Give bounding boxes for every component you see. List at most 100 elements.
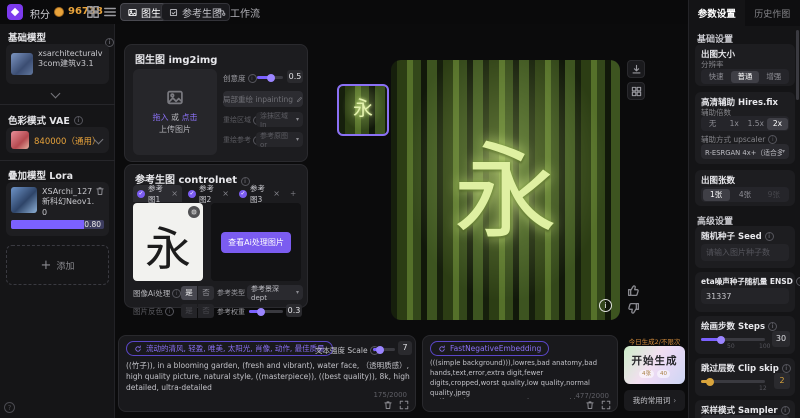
sidebar-scrollbar[interactable] <box>796 30 799 100</box>
checkpoint-thumbnail <box>11 53 33 75</box>
checkpoint-card[interactable]: xsarchitecturalv3com建筑v3.1 <box>6 44 109 84</box>
controlnet-tab-2[interactable]: ✓参考图2× <box>184 185 233 202</box>
preset-tags-pill[interactable]: 流动的清风, 轻盈, 唯美, 太阳光, 肖像, 动作, 最佳质量 <box>126 341 333 356</box>
yes-option[interactable]: 是 <box>181 286 197 300</box>
favorite-words-button[interactable]: 我的常用词 › <box>624 390 685 411</box>
tab-parameters[interactable]: 参数设置 <box>689 0 745 26</box>
option-4[interactable]: 4张 <box>731 189 758 201</box>
controlnet-add-tab[interactable]: + <box>286 185 302 202</box>
option-1-5x[interactable]: 1.5x <box>746 118 766 130</box>
thumbs-down-icon[interactable] <box>627 302 641 316</box>
option-fast[interactable]: 快速 <box>703 71 730 83</box>
preset-tags-text: 流动的清风, 轻盈, 唯美, 太阳光, 肖像, 动作, 最佳质量 <box>146 343 325 354</box>
negative-embedding-text: FastNegativeEmbedding <box>450 344 541 353</box>
pen-icon <box>296 96 303 103</box>
option-2x[interactable]: 2x <box>767 118 787 130</box>
ai-process-toggle[interactable]: 是 否 <box>181 286 214 300</box>
trash-icon[interactable] <box>585 400 595 410</box>
close-icon[interactable]: × <box>171 189 178 198</box>
option-1[interactable]: 1张 <box>703 189 730 201</box>
negative-char-count: 477/2000 <box>575 392 609 400</box>
steps-slider[interactable] <box>701 338 765 341</box>
vae-thumbnail <box>11 131 29 149</box>
result-thumbnail[interactable]: 永 <box>337 84 389 136</box>
chevron-down-icon: ▾ <box>296 136 299 143</box>
option-normal[interactable]: 普通 <box>731 71 758 83</box>
steps-value: 30 <box>772 331 790 347</box>
tab-workflow-label: 工作流 <box>230 5 260 20</box>
ai-process-label: 图像Ai处理i <box>133 288 181 299</box>
clip-skip-slider[interactable] <box>701 380 765 383</box>
image-info-icon[interactable]: i <box>599 299 612 312</box>
positive-prompt-input[interactable]: ((竹子)), in a blooming garden, (fresh and… <box>126 361 410 395</box>
refmode-dropdown[interactable]: 参考原图 or▾ <box>256 132 303 147</box>
negative-embedding-pill[interactable]: FastNegativeEmbedding <box>430 341 549 356</box>
grid-icon <box>631 86 642 97</box>
inpaint-button[interactable]: 局部重绘 inpainting <box>223 91 303 107</box>
steps-label: 绘画步数 Stepsi <box>701 320 777 332</box>
seamless-preview-button[interactable] <box>627 82 645 100</box>
view-ai-processed-button[interactable]: 查看Ai处理图片 <box>221 232 291 253</box>
img2img-panel: 图生图 img2img 拖入 或 点击上传图片 创意度i 0.5 局部重绘 in… <box>124 44 308 162</box>
chevron-down-icon: ▾ <box>296 116 299 123</box>
divider <box>0 160 115 161</box>
no-option[interactable]: 否 <box>198 286 214 300</box>
vae-select[interactable]: 840000（通用） <box>6 127 109 153</box>
trash-icon[interactable] <box>95 186 105 196</box>
close-icon[interactable]: × <box>222 189 229 198</box>
expand-icon[interactable] <box>399 400 409 410</box>
check-icon: ✓ <box>137 190 145 198</box>
generate-button[interactable]: 开始生成 4张 40 <box>624 346 685 384</box>
close-icon[interactable]: × <box>273 189 280 198</box>
upload-dropzone[interactable]: 拖入 或 点击上传图片 <box>133 69 217 155</box>
thumbs-up-icon[interactable] <box>627 284 641 298</box>
cfg-scale-slider[interactable] <box>373 348 395 351</box>
model-sidebar: 基础模型 Checkpointi xsarchitecturalv3com建筑v… <box>0 24 115 418</box>
vae-name: 840000（通用） <box>34 135 100 147</box>
grid-view-icon[interactable] <box>86 5 100 19</box>
image-icon <box>128 8 137 17</box>
option-none[interactable]: 无 <box>703 118 723 130</box>
ensd-input[interactable] <box>701 288 789 304</box>
seed-card: 随机种子 Seedi <box>695 226 795 268</box>
controlnet-tab-3[interactable]: ✓参考图3× <box>235 185 284 202</box>
option-1x[interactable]: 1x <box>724 118 744 130</box>
help-icon[interactable]: ? <box>4 402 15 413</box>
region-dropdown[interactable]: 涂抹区域 In▾ <box>256 112 303 127</box>
plus-icon: + <box>41 258 52 273</box>
invert-toggle: 是 否 <box>181 304 214 318</box>
invert-label: 图片反色i <box>133 306 174 317</box>
cfg-scale-label: 文本强度 Scalei <box>315 345 379 356</box>
ensd-label: eta噪声种子随机量 ENSDi <box>701 276 800 287</box>
upscaler-dropdown[interactable]: R-ESRGAN 4x+（适合多种风▾ <box>701 144 789 159</box>
menu-icon[interactable] <box>103 5 117 19</box>
chevron-down-icon[interactable] <box>51 89 61 99</box>
chevron-down-icon: ▾ <box>782 148 785 155</box>
upload-hint: 拖入 或 点击上传图片 <box>152 112 197 136</box>
add-lora-button[interactable]: + 添加 <box>6 245 109 285</box>
ref-weight-label: 参考权重 <box>217 307 245 317</box>
seed-input[interactable] <box>701 244 789 261</box>
count-title: 出图张数 <box>701 174 735 186</box>
app-logo[interactable] <box>7 4 23 20</box>
download-button[interactable] <box>627 60 645 78</box>
favorite-words-label: 我的常用词 <box>633 395 671 406</box>
reference-image[interactable]: 永 <box>133 203 203 281</box>
lora-weight-slider[interactable]: 0.80 <box>11 220 104 229</box>
controlnet-tab-1[interactable]: ✓参考图1× <box>133 185 182 202</box>
ref-type-dropdown[interactable]: 参考景深 dept▾ <box>247 285 303 300</box>
ref-weight-slider[interactable] <box>249 310 283 313</box>
trash-icon[interactable] <box>383 400 393 410</box>
checkpoint-name: xsarchitecturalv3com建筑v3.1 <box>38 49 106 70</box>
denoise-slider[interactable] <box>257 76 283 79</box>
denoise-label: 创意度i <box>223 73 257 84</box>
tab-workflow[interactable]: 工作流 <box>210 3 267 21</box>
generated-image[interactable]: 永 i <box>391 60 620 320</box>
expand-icon[interactable] <box>601 400 611 410</box>
positive-prompt-panel: 流动的清风, 轻盈, 唯美, 太阳光, 肖像, 动作, 最佳质量 文本强度 Sc… <box>118 335 416 412</box>
gear-icon[interactable] <box>188 206 200 218</box>
lora-weight-value: 0.80 <box>84 220 101 229</box>
lora-card[interactable]: XSArchi_127新科幻Neov1.0 0.80 <box>6 182 109 236</box>
option-enhanced[interactable]: 增强 <box>760 71 787 83</box>
tab-history[interactable]: 历史作图 <box>745 0 800 26</box>
